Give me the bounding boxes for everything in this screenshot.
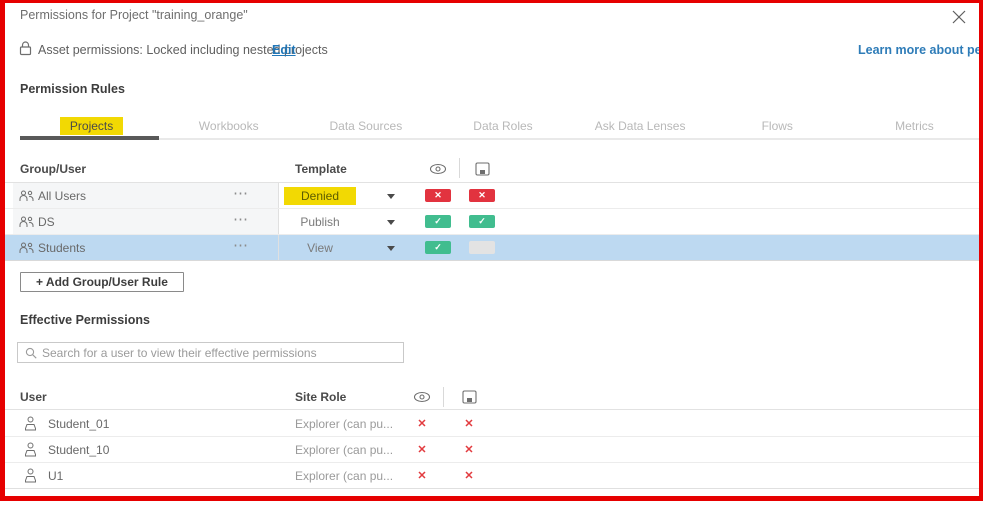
tab-data-roles-label: Data Roles: [463, 117, 542, 135]
person-icon: [24, 416, 37, 434]
tab-metrics-label: Metrics: [885, 117, 944, 135]
rules-table-header: Group/User Template: [0, 155, 983, 183]
publish-denied-x-icon: ✕: [461, 416, 477, 432]
view-capability-badge[interactable]: ✕: [425, 189, 451, 202]
user-name: Student_10: [48, 443, 109, 457]
search-input[interactable]: [42, 344, 398, 361]
tab-data-roles[interactable]: Data Roles: [434, 112, 571, 136]
tab-projects-label: Projects: [60, 117, 123, 135]
group-icon: [19, 242, 34, 257]
user-name: U1: [48, 469, 63, 483]
person-icon: [24, 468, 37, 486]
view-capability-badge[interactable]: ✓: [425, 241, 451, 254]
close-icon[interactable]: [948, 6, 970, 28]
template-select-value[interactable]: View: [284, 239, 356, 257]
chevron-down-icon[interactable]: [387, 220, 395, 225]
group-name: Students: [38, 241, 85, 255]
permission-rules-heading: Permission Rules: [20, 82, 125, 96]
chevron-down-icon[interactable]: [387, 246, 395, 251]
publish-capability-badge[interactable]: [469, 241, 495, 254]
user-name: Student_01: [48, 417, 109, 431]
lock-icon: [19, 41, 32, 59]
chevron-down-icon[interactable]: [387, 194, 395, 199]
column-site-role: Site Role: [295, 390, 346, 404]
site-role: Explorer (can pu...: [295, 469, 393, 483]
user-row-student-10[interactable]: Student_10 Explorer (can pu... ✕ ✕: [0, 437, 983, 463]
tab-flows-label: Flows: [752, 117, 803, 135]
publish-capability-icon: [462, 390, 477, 407]
tab-workbooks-label: Workbooks: [189, 117, 269, 135]
view-denied-x-icon: ✕: [414, 416, 430, 432]
site-role: Explorer (can pu...: [295, 443, 393, 457]
users-table-body: Student_01 Explorer (can pu... ✕ ✕ Stude…: [0, 411, 983, 489]
add-rule-label: Add Group/User Rule: [46, 275, 168, 289]
tab-projects[interactable]: Projects: [23, 112, 160, 136]
rule-row-all-users[interactable]: All Users ⋯ Denied ✕ ✕: [0, 183, 983, 209]
edit-link[interactable]: Edit: [272, 43, 296, 57]
site-role: Explorer (can pu...: [295, 417, 393, 431]
dialog-title: Permissions for Project "training_orange…: [20, 8, 248, 22]
search-icon: [25, 347, 38, 360]
view-capability-eye-icon: [413, 391, 431, 406]
rule-row-ds[interactable]: DS ⋯ Publish ✓ ✓: [0, 209, 983, 235]
tab-ask-data-lenses[interactable]: Ask Data Lenses: [572, 112, 709, 136]
view-denied-x-icon: ✕: [414, 442, 430, 458]
group-name: DS: [38, 215, 55, 229]
permission-tabs: Projects Workbooks Data Sources Data Rol…: [23, 112, 983, 136]
header-divider: [459, 158, 460, 178]
active-tab-indicator: [20, 136, 159, 140]
view-denied-x-icon: ✕: [414, 468, 430, 484]
tab-data-sources[interactable]: Data Sources: [297, 112, 434, 136]
group-name: All Users: [38, 189, 86, 203]
tabs-underline: [20, 138, 983, 140]
tab-data-sources-label: Data Sources: [320, 117, 413, 135]
person-icon: [24, 442, 37, 460]
user-row-u1[interactable]: U1 Explorer (can pu... ✕ ✕: [0, 463, 983, 489]
group-icon: [19, 216, 34, 231]
tab-metrics[interactable]: Metrics: [846, 112, 983, 136]
view-capability-eye-icon: [429, 163, 447, 178]
more-options-icon[interactable]: ⋯: [226, 210, 256, 228]
column-user: User: [20, 390, 47, 404]
more-options-icon[interactable]: ⋯: [226, 184, 256, 202]
publish-capability-badge[interactable]: ✓: [469, 215, 495, 228]
column-group-user: Group/User: [20, 162, 86, 176]
rule-row-students[interactable]: Students ⋯ View ✓: [0, 235, 983, 261]
learn-more-link[interactable]: Learn more about permissions: [858, 43, 983, 57]
column-template: Template: [295, 162, 347, 176]
tab-flows[interactable]: Flows: [709, 112, 846, 136]
add-group-user-rule-button[interactable]: + Add Group/User Rule: [20, 272, 184, 292]
publish-denied-x-icon: ✕: [461, 442, 477, 458]
more-options-icon[interactable]: ⋯: [226, 236, 256, 254]
user-search-box: [17, 342, 404, 363]
permissions-dialog: Permissions for Project "training_orange…: [0, 0, 983, 507]
view-capability-badge[interactable]: ✓: [425, 215, 451, 228]
plus-icon: +: [36, 275, 43, 289]
template-select-value[interactable]: Denied: [284, 187, 356, 205]
publish-capability-badge[interactable]: ✕: [469, 189, 495, 202]
tab-ask-data-lenses-label: Ask Data Lenses: [585, 117, 696, 135]
template-select-value[interactable]: Publish: [284, 213, 356, 231]
group-icon: [19, 190, 34, 205]
publish-capability-icon: [475, 162, 490, 179]
tab-workbooks[interactable]: Workbooks: [160, 112, 297, 136]
user-row-student-01[interactable]: Student_01 Explorer (can pu... ✕ ✕: [0, 411, 983, 437]
publish-denied-x-icon: ✕: [461, 468, 477, 484]
header-divider: [443, 387, 444, 407]
rules-table-body: All Users ⋯ Denied ✕ ✕ DS ⋯ Publish ✓: [0, 183, 983, 261]
users-table-header: User Site Role: [0, 384, 983, 410]
effective-permissions-heading: Effective Permissions: [20, 313, 150, 327]
